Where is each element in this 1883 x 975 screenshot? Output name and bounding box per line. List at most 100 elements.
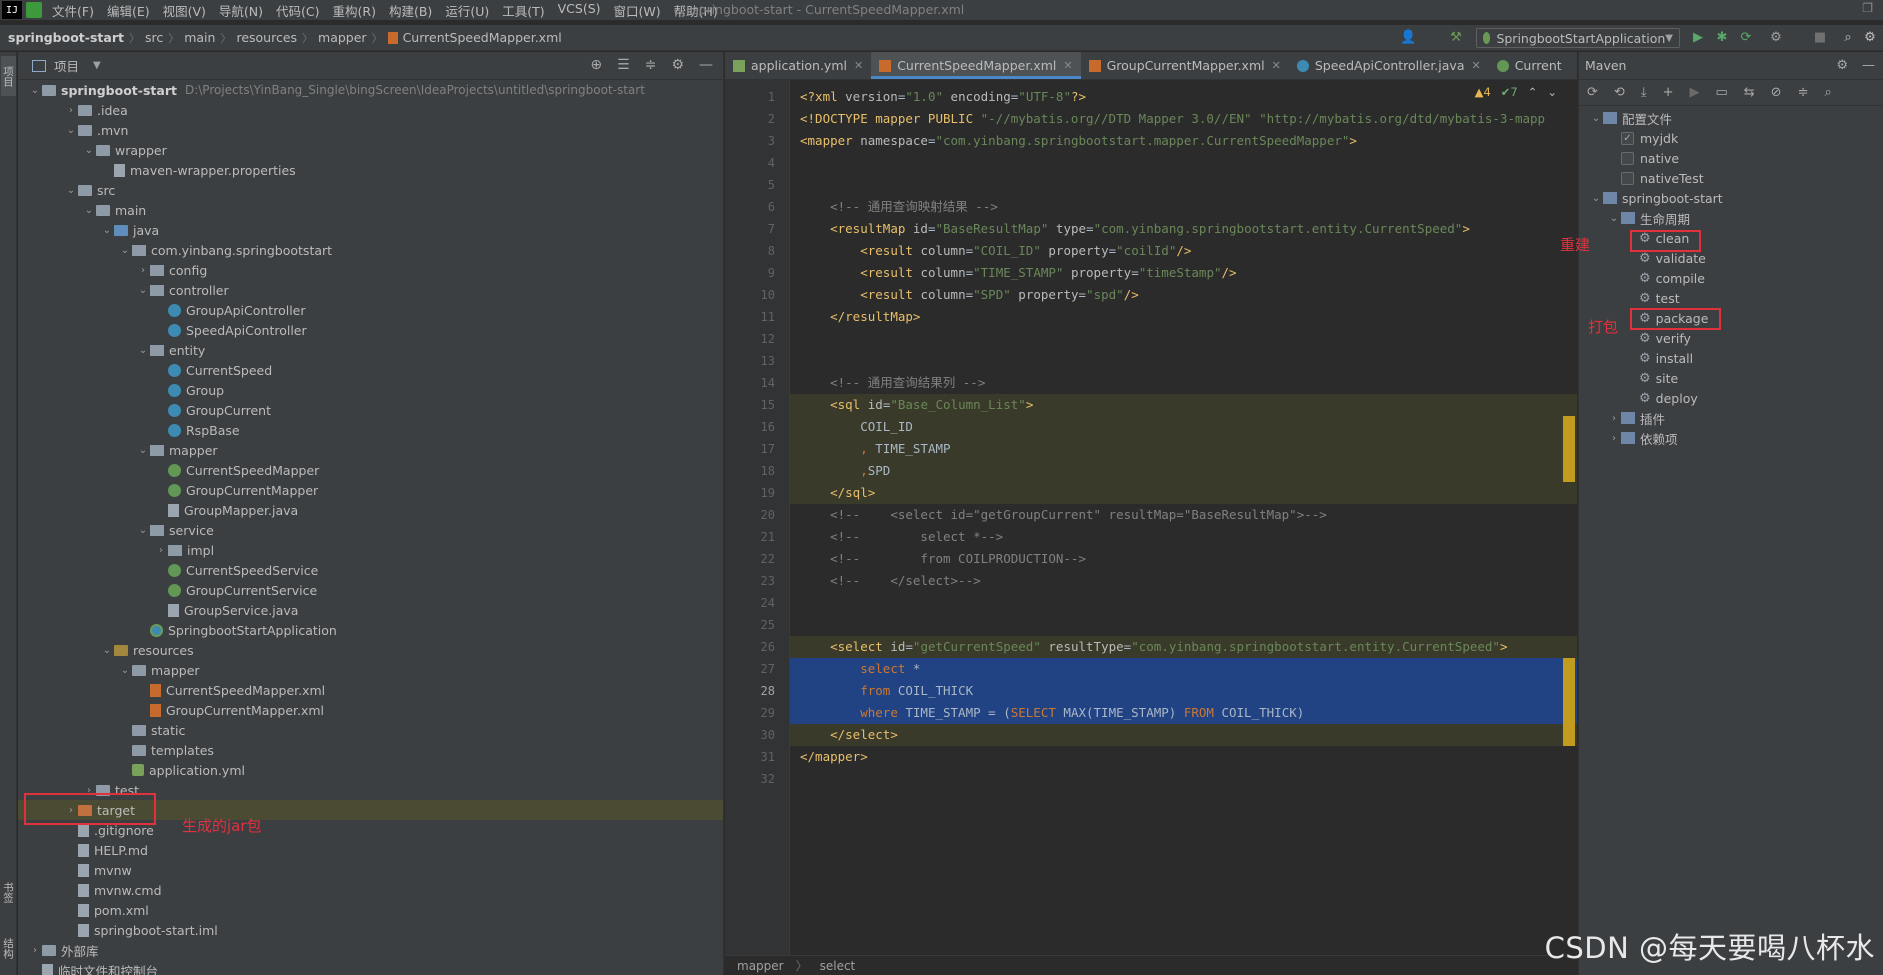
locate-file-icon[interactable]: ⊕: [590, 57, 602, 73]
profile-checkbox[interactable]: [1621, 171, 1634, 185]
expanded-arrow-icon[interactable]: ⌄: [100, 225, 114, 236]
execute-goal-icon[interactable]: ▭: [1715, 85, 1727, 100]
tree-item[interactable]: CurrentSpeedMapper.xml: [18, 680, 723, 700]
breadcrumb-item[interactable]: mapper: [318, 30, 367, 45]
skip-tests-icon[interactable]: ⊘: [1771, 85, 1782, 100]
tree-item[interactable]: ⌄ resources: [18, 640, 723, 660]
tree-item[interactable]: GroupCurrent: [18, 400, 723, 420]
menu-item[interactable]: VCS(S): [558, 1, 601, 20]
code-line[interactable]: <result column="TIME_STAMP" property="ti…: [790, 262, 1577, 284]
settings-gear-icon[interactable]: ⚙: [1862, 30, 1878, 46]
project-view-select[interactable]: 项目 ▼: [32, 56, 101, 75]
maven-item[interactable]: ⚙ package: [1579, 308, 1883, 328]
analyze-icon[interactable]: ⌕: [1824, 85, 1831, 100]
menu-item[interactable]: 运行(U): [445, 1, 489, 20]
menu-item[interactable]: 代码(C): [276, 1, 319, 20]
expanded-arrow-icon[interactable]: ⌄: [118, 665, 132, 676]
search-icon[interactable]: ⌕: [1840, 30, 1856, 46]
collapsed-arrow-icon[interactable]: ›: [64, 105, 78, 116]
breadcrumb-item[interactable]: springboot-start: [8, 30, 124, 45]
code-line[interactable]: <!-- <select id="getGroupCurrent" result…: [790, 504, 1577, 526]
expand-all-icon[interactable]: ☰: [617, 57, 630, 73]
tab-bookmarks[interactable]: 书签: [1, 872, 16, 912]
code-line[interactable]: [790, 768, 1577, 790]
hide-panel-icon[interactable]: —: [1862, 58, 1875, 73]
menu-item[interactable]: 编辑(E): [107, 1, 150, 20]
code-line[interactable]: <!-- 通用查询结果列 -->: [790, 372, 1577, 394]
tree-item[interactable]: ⌄ java: [18, 220, 723, 240]
code-line[interactable]: <resultMap id="BaseResultMap" type="com.…: [790, 218, 1577, 240]
expanded-arrow-icon[interactable]: ⌄: [64, 125, 78, 136]
tree-item[interactable]: ⌄ service: [18, 520, 723, 540]
expanded-arrow-icon[interactable]: ⌄: [82, 145, 96, 156]
tree-item[interactable]: GroupService.java: [18, 600, 723, 620]
menu-item[interactable]: 文件(F): [52, 1, 94, 20]
tree-item[interactable]: Group: [18, 380, 723, 400]
editor-tab[interactable]: GroupCurrentMapper.xml ✕: [1081, 52, 1289, 79]
tree-item[interactable]: GroupCurrentService: [18, 580, 723, 600]
maven-item[interactable]: ✓ myjdk: [1579, 128, 1883, 148]
expanded-arrow-icon[interactable]: ⌄: [100, 645, 114, 656]
hide-panel-icon[interactable]: —: [699, 57, 713, 73]
code-line[interactable]: , TIME_STAMP: [790, 438, 1577, 460]
code-line[interactable]: <select id="getCurrentSpeed" resultType=…: [790, 636, 1577, 658]
tree-item[interactable]: › config: [18, 260, 723, 280]
tree-item[interactable]: mvnw: [18, 860, 723, 880]
user-icon[interactable]: 👤: [1400, 30, 1416, 46]
coverage-icon[interactable]: ⟳: [1738, 30, 1754, 46]
code-line[interactable]: </select>: [790, 724, 1577, 746]
code-line[interactable]: [790, 152, 1577, 174]
expanded-arrow-icon[interactable]: ⌄: [136, 445, 150, 456]
maven-item[interactable]: ⚙ validate: [1579, 248, 1883, 268]
code-line[interactable]: <sql id="Base_Column_List">: [790, 394, 1577, 416]
tree-item[interactable]: ⌄ src: [18, 180, 723, 200]
maven-item[interactable]: ⚙ site: [1579, 368, 1883, 388]
code-line[interactable]: select *: [790, 658, 1577, 680]
tree-item[interactable]: maven-wrapper.properties: [18, 160, 723, 180]
tree-item[interactable]: CurrentSpeedService: [18, 560, 723, 580]
menu-item[interactable]: 窗口(W): [614, 1, 661, 20]
inspection-widget[interactable]: ▲4 ✔7 ⌃ ⌄: [1475, 85, 1557, 99]
maven-item[interactable]: ⚙ test: [1579, 288, 1883, 308]
breadcrumb-item[interactable]: CurrentSpeedMapper.xml: [403, 30, 562, 45]
code-line[interactable]: <result column="COIL_ID" property="coilI…: [790, 240, 1577, 262]
editor-tab[interactable]: CurrentSpeedMapper.xml ✕: [871, 52, 1081, 79]
tab-structure[interactable]: 结构: [1, 928, 16, 968]
footer-crumb-mapper[interactable]: mapper: [737, 959, 784, 973]
maven-item[interactable]: ⌄ 生命周期: [1579, 208, 1883, 228]
download-icon[interactable]: ⤓: [1641, 85, 1647, 100]
code-line[interactable]: <!-- 通用查询映射结果 -->: [790, 196, 1577, 218]
profile-checkbox[interactable]: ✓: [1621, 131, 1634, 145]
tree-item[interactable]: GroupMapper.java: [18, 500, 723, 520]
run-icon[interactable]: ▶: [1690, 30, 1706, 46]
tree-item[interactable]: mvnw.cmd: [18, 880, 723, 900]
restore-window-icon[interactable]: ❐: [1862, 1, 1873, 15]
tree-item[interactable]: RspBase: [18, 420, 723, 440]
tree-item[interactable]: CurrentSpeedMapper: [18, 460, 723, 480]
tree-item[interactable]: SpeedApiController: [18, 320, 723, 340]
build-hammer-icon[interactable]: ⚒: [1448, 30, 1464, 46]
code-line[interactable]: ,SPD: [790, 460, 1577, 482]
expanded-arrow-icon[interactable]: ⌄: [1607, 213, 1621, 224]
close-tab-icon[interactable]: ✕: [1063, 59, 1072, 72]
menu-item[interactable]: 视图(V): [163, 1, 206, 20]
tree-item[interactable]: springboot-start.iml: [18, 920, 723, 940]
maven-item[interactable]: ⚙ compile: [1579, 268, 1883, 288]
collapsed-arrow-icon[interactable]: ›: [28, 945, 42, 956]
tree-item[interactable]: SpringbootStartApplication: [18, 620, 723, 640]
run-config-select[interactable]: SpringbootStartApplication ▼: [1476, 28, 1680, 48]
chevron-down-icon[interactable]: ⌄: [1547, 85, 1557, 99]
code-line[interactable]: [790, 614, 1577, 636]
add-icon[interactable]: +: [1663, 85, 1674, 100]
tree-item[interactable]: › .idea: [18, 100, 723, 120]
maven-item[interactable]: ⌄ springboot-start: [1579, 188, 1883, 208]
tree-item[interactable]: HELP.md: [18, 840, 723, 860]
maven-item[interactable]: nativeTest: [1579, 168, 1883, 188]
profiler-icon[interactable]: ⚙: [1768, 30, 1784, 46]
tree-item[interactable]: 临时文件和控制台: [18, 960, 723, 975]
chevron-up-icon[interactable]: ⌃: [1528, 85, 1538, 99]
stop-icon[interactable]: ■: [1812, 30, 1828, 46]
close-tab-icon[interactable]: ✕: [1471, 59, 1480, 72]
code-line[interactable]: </resultMap>: [790, 306, 1577, 328]
tree-item[interactable]: ⌄ .mvn: [18, 120, 723, 140]
